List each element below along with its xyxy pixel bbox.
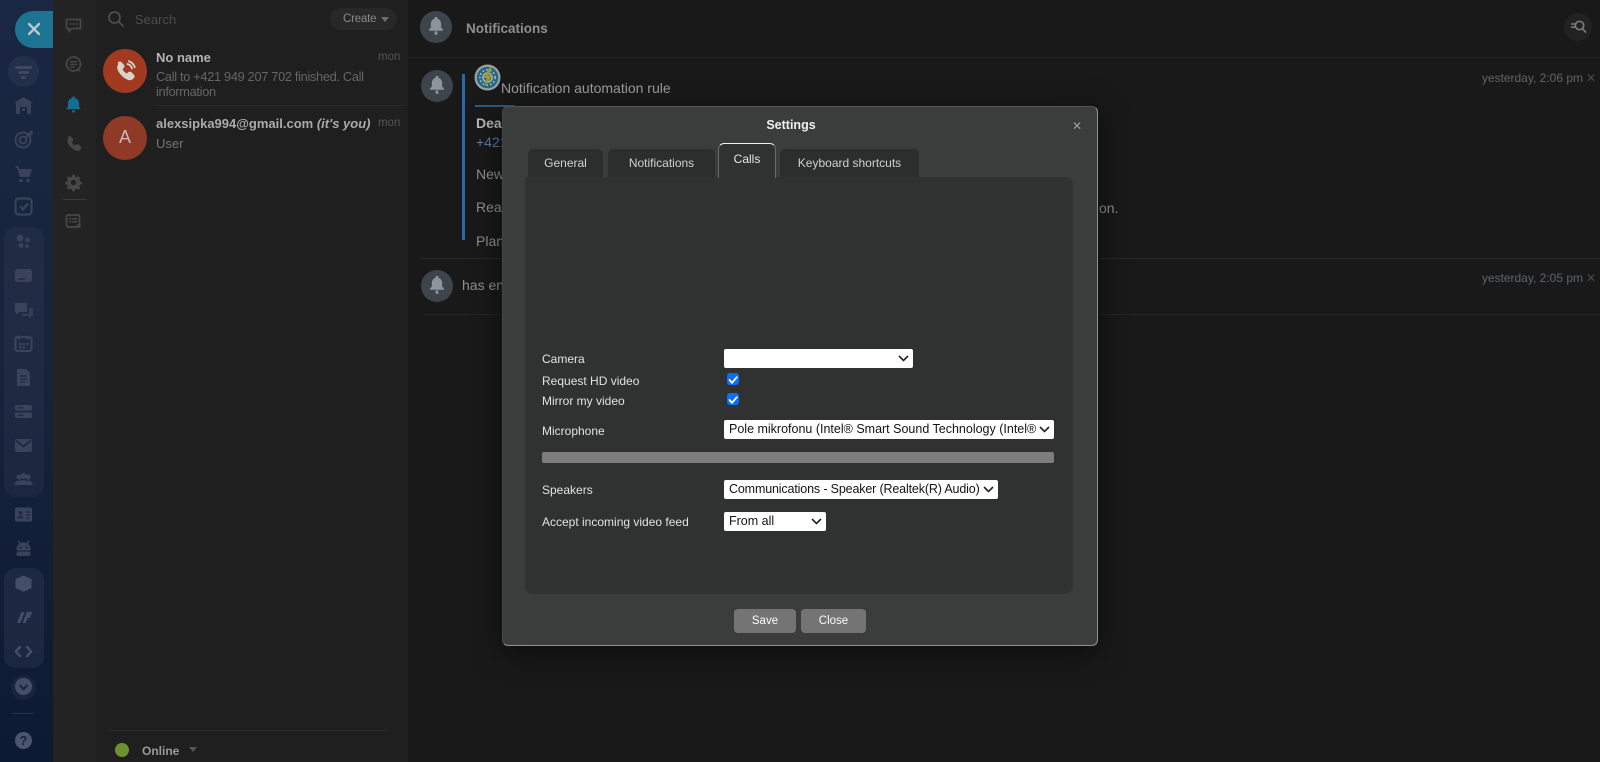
svg-text:?: ? (20, 734, 28, 748)
